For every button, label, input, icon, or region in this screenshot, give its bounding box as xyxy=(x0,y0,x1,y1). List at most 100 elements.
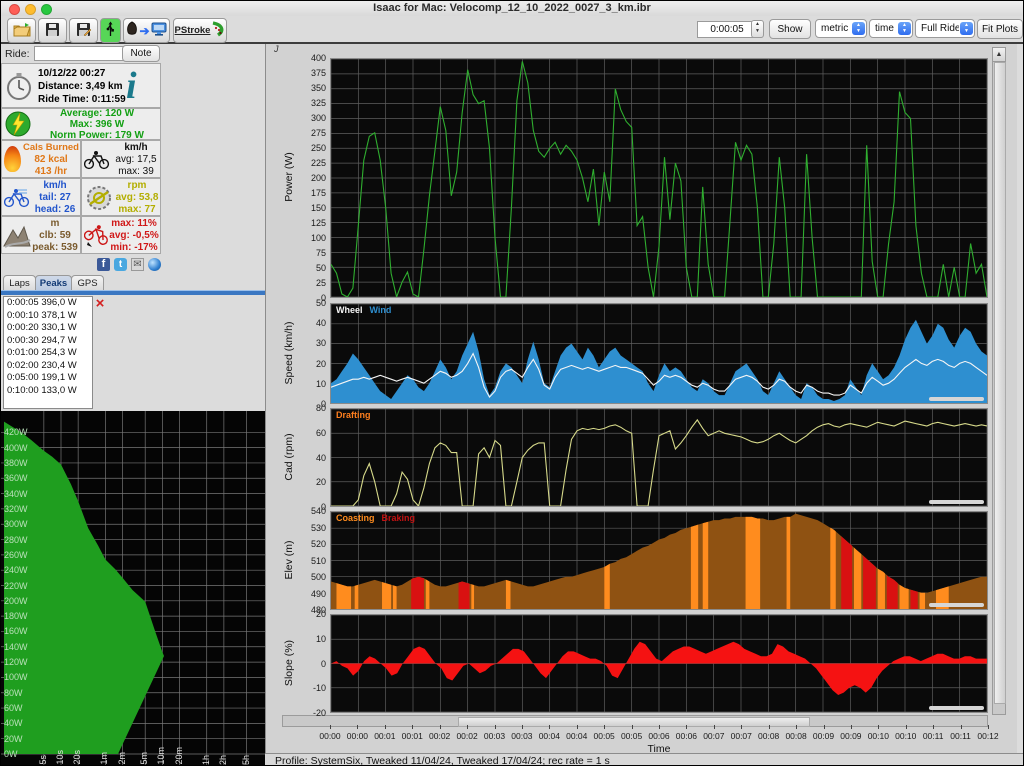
slope-avg: avg: -0,5% xyxy=(108,230,160,241)
select-stepper-icon: ▲▼ xyxy=(960,22,973,35)
vertical-scrollbar[interactable]: ▲ xyxy=(992,47,1006,715)
mini-scrollbar xyxy=(929,603,984,607)
delete-peaks-button[interactable]: × xyxy=(93,297,107,311)
elev-plot-canvas xyxy=(331,512,987,609)
peak-list-item[interactable]: 0:01:00 254,3 W xyxy=(4,347,92,360)
horizontal-scroll-thumb[interactable] xyxy=(458,717,810,727)
open-file-button[interactable] xyxy=(7,18,36,43)
usb-device-button[interactable] xyxy=(100,18,121,43)
legend-item-drafting: Drafting xyxy=(336,410,371,420)
fit-plots-button[interactable]: Fit Plots xyxy=(977,19,1023,39)
power-duration-ytick-label: 0W xyxy=(4,749,18,759)
time-cursor-stepper[interactable]: ▲▼ xyxy=(751,20,764,38)
twitter-icon[interactable]: t xyxy=(114,258,127,271)
climb-peak: peak: 539 xyxy=(30,242,80,253)
tab-gps[interactable]: GPS xyxy=(71,275,104,291)
ride-name-input[interactable] xyxy=(34,46,128,61)
peak-list-item[interactable]: 0:02:00 230,4 W xyxy=(4,360,92,373)
power-duration-ytick-label: 380W xyxy=(4,458,28,468)
ride-summary-cell: 10/12/22 00:27 Distance: 3,49 km Ride Ti… xyxy=(1,63,161,108)
email-icon[interactable]: ✉ xyxy=(131,258,144,271)
cals-title: Cals Burned xyxy=(23,142,79,153)
legend-item-wind: Wind xyxy=(370,305,392,315)
power-duration-xtick-label: 5m xyxy=(139,752,149,765)
tab-laps[interactable]: Laps xyxy=(3,275,36,291)
power-duration-area xyxy=(4,422,164,754)
slope-plot[interactable] xyxy=(330,614,988,713)
time-tick xyxy=(686,725,687,729)
cadence-plot[interactable] xyxy=(330,408,988,507)
select-stepper-icon: ▲▼ xyxy=(898,22,911,35)
save-as-button[interactable] xyxy=(69,18,98,43)
scroll-up-arrow-icon[interactable]: ▲ xyxy=(993,48,1005,62)
select-stepper-icon: ▲▼ xyxy=(852,22,865,35)
time-tick xyxy=(467,725,468,729)
rpm-avg: avg: 53,8 xyxy=(114,192,160,203)
range-select[interactable]: Full Ride ▲▼ xyxy=(915,19,975,38)
download-from-device-button[interactable]: ➔ xyxy=(123,18,170,43)
ride-label: Ride: xyxy=(5,48,30,60)
power-duration-chart[interactable]: 0W20W40W60W80W100W120W140W160W180W200W22… xyxy=(1,411,265,766)
power-ytick-label: 250 xyxy=(292,143,326,153)
power-plot-canvas xyxy=(331,59,987,297)
time-tick xyxy=(769,725,770,729)
power-ytick-label: 150 xyxy=(292,203,326,213)
corner-mark: J xyxy=(274,44,279,54)
peak-list-item[interactable]: 0:10:00 133,0 W xyxy=(4,385,92,398)
time-cursor-field[interactable]: 0:00:05 xyxy=(697,21,757,38)
power-duration-xtick-label: 1h xyxy=(201,755,211,765)
facebook-icon[interactable]: f xyxy=(97,258,110,271)
units-select[interactable]: metric ▲▼ xyxy=(815,19,867,38)
speed-summary-cell: km/h avg: 17,5 max: 39 xyxy=(81,140,161,178)
computer-icon xyxy=(151,22,167,40)
time-tick xyxy=(357,725,358,729)
slope-ytick-label: 20 xyxy=(292,609,326,619)
speed-plot[interactable] xyxy=(330,303,988,404)
xaxis-select[interactable]: time ▲▼ xyxy=(869,19,913,38)
tab-peaks[interactable]: Peaks xyxy=(35,275,72,291)
downhill-cyclist-icon xyxy=(84,224,110,253)
peak-list-item[interactable]: 0:05:00 199,1 W xyxy=(4,372,92,385)
elev-ytick-label: 520 xyxy=(292,539,326,549)
pstroke-button[interactable]: PStroke xyxy=(173,18,227,43)
stopwatch-icon xyxy=(4,71,34,106)
vertical-scroll-thumb[interactable] xyxy=(994,62,1006,704)
time-tick xyxy=(906,725,907,729)
google-earth-icon[interactable] xyxy=(148,258,161,271)
elevation-plot[interactable] xyxy=(330,511,988,610)
wind-head: head: 26 xyxy=(30,204,80,215)
time-tick xyxy=(440,725,441,729)
power-plot[interactable] xyxy=(330,58,988,298)
note-button[interactable]: Note xyxy=(122,45,160,62)
time-tick xyxy=(659,725,660,729)
power-duration-xtick-label: 10s xyxy=(55,750,65,765)
speed-max: max: 39 xyxy=(112,166,160,177)
cad-legend: Drafting xyxy=(336,410,378,420)
peak-list-item[interactable]: 0:00:30 294,7 W xyxy=(4,335,92,348)
peak-list-item[interactable]: 0:00:10 378,1 W xyxy=(4,310,92,323)
power-duration-ytick-label: 140W xyxy=(4,642,28,652)
range-select-value: Full Ride xyxy=(916,23,959,34)
climb-summary-cell: m clb: 59 peak: 539 xyxy=(1,216,81,254)
peak-list-item[interactable]: 0:00:20 330,1 W xyxy=(4,322,92,335)
time-tick xyxy=(495,725,496,729)
profile-status-text: Profile: SystemSix, Tweaked 11/04/24, Tw… xyxy=(275,755,610,766)
save-button[interactable] xyxy=(38,18,67,43)
units-select-value: metric xyxy=(816,23,851,34)
cals-total: 82 kcal xyxy=(23,154,79,165)
speed-legend: WheelWind xyxy=(336,305,398,315)
slope-ytick-label: -10 xyxy=(292,683,326,693)
horizontal-scrollbar[interactable] xyxy=(282,715,988,727)
peaks-list[interactable]: 0:00:05 396,0 W0:00:10 378,1 W0:00:20 33… xyxy=(3,296,93,409)
time-tick xyxy=(549,725,550,729)
power-ytick-label: 375 xyxy=(292,68,326,78)
chainring-icon xyxy=(85,184,113,217)
lightning-icon xyxy=(5,111,32,143)
peak-list-item[interactable]: 0:00:05 396,0 W xyxy=(4,297,92,310)
time-tick xyxy=(714,725,715,729)
power-duration-ytick-label: 160W xyxy=(4,626,28,636)
show-button[interactable]: Show xyxy=(769,19,811,39)
xaxis-select-value: time xyxy=(870,23,897,34)
slope-min: min: -17% xyxy=(108,242,160,253)
speed-ytick-label: 30 xyxy=(292,338,326,348)
